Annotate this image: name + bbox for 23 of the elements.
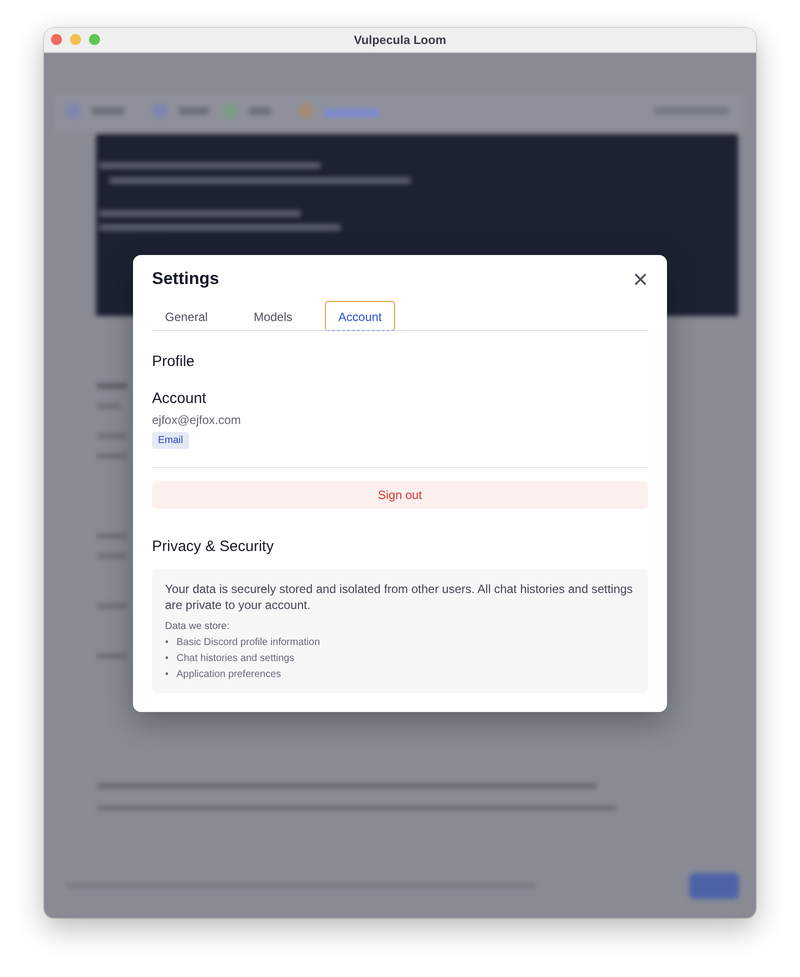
list-item: Basic Discord profile information [176,636,320,650]
list-title: Data we store: [165,621,230,632]
bullet-icon: • [165,635,169,651]
close-window-icon[interactable] [51,34,62,45]
section-heading: Privacy & Security [152,538,275,555]
list-item: Chat histories and settings [176,652,294,666]
section-heading: Profile [152,353,196,370]
subsection-heading: Account [152,390,208,407]
email-address: ejfox@ejfox.com [152,413,242,427]
list-item: Application preferences [176,668,282,682]
dialog-title: Settings [152,269,220,289]
minimize-window-icon[interactable] [70,34,81,45]
close-button[interactable]: × [632,269,648,289]
tab[interactable]: Models [240,301,306,331]
email-tag: Email [152,432,190,449]
bullet-icon: • [165,667,169,683]
sign-out-button[interactable]: Sign out [152,481,648,509]
window-title: Vulpecula Loom [354,33,446,47]
bullet-icon: • [165,651,169,667]
tab[interactable]: Account [325,301,395,331]
privacy-description: Your data is securely stored and isolated from other users. All chat histories and settings are private to your account. [165,581,634,613]
tab[interactable]: General [152,301,221,331]
zoom-window-icon[interactable] [89,34,100,45]
